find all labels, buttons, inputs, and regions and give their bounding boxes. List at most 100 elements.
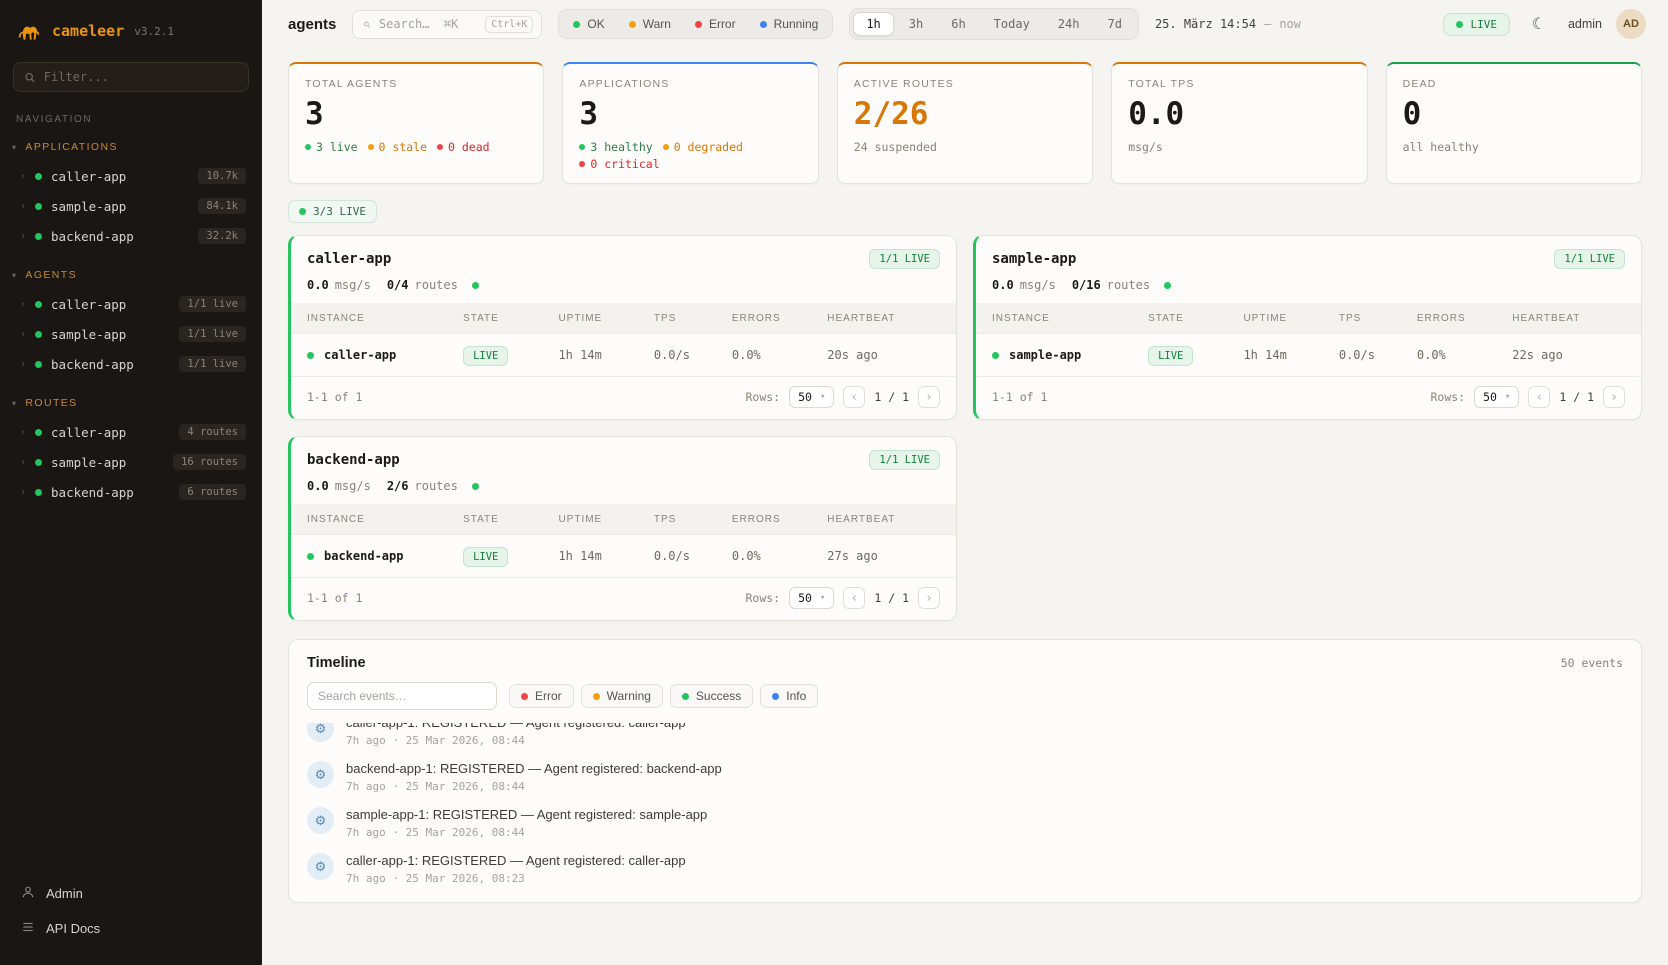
live-badge: 1/1 LIVE [869, 249, 940, 269]
live-badge: 1/1 LIVE [1554, 249, 1625, 269]
filter-chip-ok[interactable]: OK [562, 13, 615, 35]
state-cell: LIVE [463, 348, 558, 362]
instance-cell: sample-app [992, 348, 1148, 362]
chevron-left-icon: ‹ [850, 591, 858, 606]
routes-used: 2/6 [387, 479, 409, 493]
timeline-chip-error[interactable]: Error [509, 684, 574, 708]
admin-user-icon [20, 885, 36, 902]
sidebar-item-api-docs[interactable]: API Docs [16, 914, 246, 943]
red-dot [579, 161, 585, 167]
timeline-event[interactable]: ⚙ caller-app-1: REGISTERED — Agent regis… [307, 723, 1623, 754]
timeline-chip-warning[interactable]: Warning [581, 684, 663, 708]
prev-page-button[interactable]: ‹ [843, 587, 865, 609]
sidebar-section-header-routes[interactable]: ▾ ROUTES [0, 393, 262, 417]
docs-icon [20, 920, 36, 937]
dark-mode-toggle[interactable]: ☾ [1524, 9, 1554, 39]
rows-per-page-select[interactable]: 50▾ [1474, 386, 1519, 408]
filter-chip-warn[interactable]: Warn [618, 13, 682, 35]
table-row[interactable]: sample-app LIVE 1h 14m 0.0/s 0.0% 22s ag… [976, 333, 1641, 377]
sidebar-section-agents: ▾ AGENTS › caller-app 1/1 live › sample-… [0, 265, 262, 379]
sidebar-item-agents-caller-app[interactable]: › caller-app 1/1 live [0, 289, 262, 319]
sidebar-item-agents-sample-app[interactable]: › sample-app 1/1 live [0, 319, 262, 349]
table-row[interactable]: caller-app LIVE 1h 14m 0.0/s 0.0% 20s ag… [291, 333, 956, 377]
next-page-button[interactable]: › [1603, 386, 1625, 408]
table-header: INSTANCE STATE UPTIME TPS ERRORS HEARTBE… [291, 303, 956, 333]
next-page-button[interactable]: › [918, 587, 940, 609]
chevron-right-icon: › [20, 201, 26, 212]
timeline-search-input[interactable] [307, 682, 497, 710]
timeline-event[interactable]: ⚙ backend-app-1: REGISTERED — Agent regi… [307, 754, 1623, 800]
table-row[interactable]: backend-app LIVE 1h 14m 0.0/s 0.0% 27s a… [291, 534, 956, 578]
filter-chip-error[interactable]: Error [684, 13, 747, 35]
avatar[interactable]: AD [1616, 9, 1646, 39]
stat-card-dead: DEAD 0 all healthy [1386, 62, 1642, 184]
filter-chip-running[interactable]: Running [749, 13, 830, 35]
gear-icon: ⚙ [307, 853, 334, 880]
stat-subtitle: all healthy [1403, 140, 1625, 154]
prev-page-button[interactable]: ‹ [843, 386, 865, 408]
routes-used: 0/16 [1072, 278, 1101, 292]
range-button-1h[interactable]: 1h [853, 12, 893, 36]
routes-word: routes [415, 278, 458, 292]
sparkline-dot [1164, 282, 1171, 289]
sidebar-item-routes-caller-app[interactable]: › caller-app 4 routes [0, 417, 262, 447]
timeline-event[interactable]: ⚙ caller-app-1: REGISTERED — Agent regis… [307, 846, 1623, 892]
sidebar-section-header-agents[interactable]: ▾ AGENTS [0, 265, 262, 289]
global-search-input[interactable] [379, 17, 477, 31]
timeline-event[interactable]: ⚙ sample-app-1: REGISTERED — Agent regis… [307, 800, 1623, 846]
sidebar-section-header-applications[interactable]: ▾ APPLICATIONS [0, 137, 262, 161]
sidebar-filter-input[interactable] [44, 70, 238, 84]
logo: cameleer v3.2.1 [0, 0, 262, 60]
rows-per-page-select[interactable]: 50▾ [789, 386, 834, 408]
sidebar-item-applications-backend-app[interactable]: › backend-app 32.2k [0, 221, 262, 251]
admin-label: Admin [46, 886, 83, 901]
sidebar-item-applications-caller-app[interactable]: › caller-app 10.7k [0, 161, 262, 191]
section-caret-icon: ▾ [12, 399, 17, 408]
stats-row: TOTAL AGENTS 3 3 live 0 stale 0 dead APP… [288, 62, 1642, 184]
app-name[interactable]: sample-app [992, 251, 1076, 267]
sidebar-filter[interactable] [13, 62, 249, 92]
sidebar-item-routes-backend-app[interactable]: › backend-app 6 routes [0, 477, 262, 507]
errors-cell: 0.0% [732, 549, 827, 563]
app-card-caller-app: caller-app 1/1 LIVE 0.0 msg/s 0/4 routes… [288, 235, 957, 420]
range-button-24h[interactable]: 24h [1045, 12, 1093, 36]
sidebar-item-agents-backend-app[interactable]: › backend-app 1/1 live [0, 349, 262, 379]
uptime-cell: 1h 14m [1243, 348, 1338, 362]
status-dot [307, 553, 314, 560]
tps-cell: 0.0/s [654, 348, 732, 362]
global-search[interactable]: Ctrl+K [352, 10, 542, 39]
range-button-6h[interactable]: 6h [938, 12, 978, 36]
timeline-chip-success[interactable]: Success [670, 684, 753, 708]
range-button-7d[interactable]: 7d [1094, 12, 1134, 36]
date-range[interactable]: 25. März 14:54 — now [1155, 17, 1301, 31]
username: admin [1568, 17, 1602, 31]
timeline-chip-info[interactable]: Info [760, 684, 818, 708]
apps-grid: caller-app 1/1 LIVE 0.0 msg/s 0/4 routes… [288, 235, 1642, 621]
uptime-cell: 1h 14m [558, 549, 653, 563]
event-message: caller-app-1: REGISTERED — Agent registe… [346, 853, 686, 868]
caret-down-icon: ▾ [820, 593, 825, 603]
event-time: 7h ago · 25 Mar 2026, 08:44 [346, 826, 707, 839]
app-name[interactable]: backend-app [307, 452, 400, 468]
status-dot [35, 459, 42, 466]
routes-word: routes [415, 479, 458, 493]
sidebar-item-applications-sample-app[interactable]: › sample-app 84.1k [0, 191, 262, 221]
tps-value: 0.0 [307, 278, 329, 292]
range-button-3h[interactable]: 3h [896, 12, 936, 36]
prev-page-button[interactable]: ‹ [1528, 386, 1550, 408]
timeline-event-list[interactable]: ⚙ caller-app-1: REGISTERED — Agent regis… [289, 723, 1641, 902]
next-page-button[interactable]: › [918, 386, 940, 408]
col-heartbeat: HEARTBEAT [827, 313, 940, 324]
rows-label: Rows: [745, 591, 780, 605]
live-status-badge[interactable]: LIVE [1443, 13, 1510, 36]
sidebar-item-admin[interactable]: Admin [16, 879, 246, 908]
stat-value: 2/26 [854, 96, 1076, 132]
range-button-today[interactable]: Today [981, 12, 1043, 36]
sidebar: cameleer v3.2.1 NAVIGATION ▾ APPLICATION… [0, 0, 262, 965]
app-name[interactable]: caller-app [307, 251, 391, 267]
timeline-filter-group: Error Warning Success Info [509, 684, 818, 708]
sidebar-item-routes-sample-app[interactable]: › sample-app 16 routes [0, 447, 262, 477]
event-time: 7h ago · 25 Mar 2026, 08:44 [346, 780, 722, 793]
rows-per-page-select[interactable]: 50▾ [789, 587, 834, 609]
table-header: INSTANCE STATE UPTIME TPS ERRORS HEARTBE… [291, 504, 956, 534]
